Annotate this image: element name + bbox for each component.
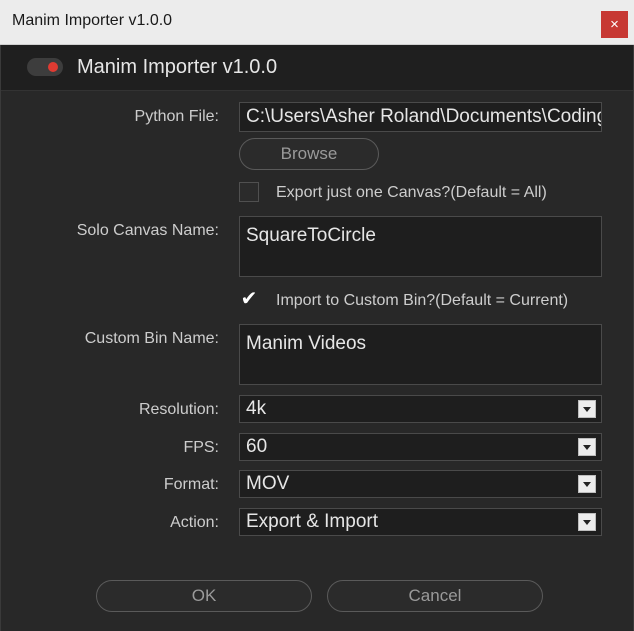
format-select[interactable]: MOV xyxy=(239,470,602,498)
fps-label: FPS: xyxy=(183,439,219,456)
chevron-down-icon[interactable] xyxy=(578,438,596,456)
fps-value: 60 xyxy=(246,436,268,457)
custom-bin-check-label: Import to Custom Bin?(Default = Current) xyxy=(276,292,569,309)
format-value: MOV xyxy=(246,473,290,494)
close-icon[interactable]: × xyxy=(601,11,628,38)
python-file-input[interactable]: C:\Users\Asher Roland\Documents\Coding xyxy=(239,102,602,132)
toggle-knob xyxy=(48,62,58,72)
dialog-title: Manim Importer v1.0.0 xyxy=(77,56,278,78)
window-title: Manim Importer v1.0.0 xyxy=(12,12,173,29)
resolution-label: Resolution: xyxy=(138,401,219,418)
action-label: Action: xyxy=(170,514,219,531)
custom-bin-input[interactable]: Manim Videos xyxy=(239,324,602,385)
window-titlebar: Manim Importer v1.0.0 × xyxy=(0,0,634,45)
chevron-down-icon[interactable] xyxy=(578,513,596,531)
custom-bin-label: Custom Bin Name: xyxy=(84,330,219,347)
action-select[interactable]: Export & Import xyxy=(239,508,602,536)
dialog-header: Manim Importer v1.0.0 xyxy=(1,45,633,91)
chevron-down-icon[interactable] xyxy=(578,475,596,493)
custom-bin-checkbox[interactable]: ✔ xyxy=(239,289,259,310)
chevron-down-icon[interactable] xyxy=(578,400,596,418)
browse-button[interactable]: Browse xyxy=(239,138,379,170)
cancel-button[interactable]: Cancel xyxy=(327,580,543,612)
enable-toggle[interactable] xyxy=(27,58,63,76)
resolution-value: 4k xyxy=(246,398,267,419)
importer-dialog: Manim Importer v1.0.0 Python File: C:\Us… xyxy=(0,45,634,631)
ok-button[interactable]: OK xyxy=(96,580,312,612)
resolution-select[interactable]: 4k xyxy=(239,395,602,423)
solo-canvas-label: Solo Canvas Name: xyxy=(76,222,219,239)
solo-canvas-input[interactable]: SquareToCircle xyxy=(239,216,602,277)
fps-select[interactable]: 60 xyxy=(239,433,602,461)
export-one-checkbox[interactable] xyxy=(239,182,259,202)
export-one-label: Export just one Canvas?(Default = All) xyxy=(276,184,547,201)
format-label: Format: xyxy=(163,476,219,493)
action-value: Export & Import xyxy=(246,511,378,532)
python-file-label: Python File: xyxy=(134,108,219,125)
